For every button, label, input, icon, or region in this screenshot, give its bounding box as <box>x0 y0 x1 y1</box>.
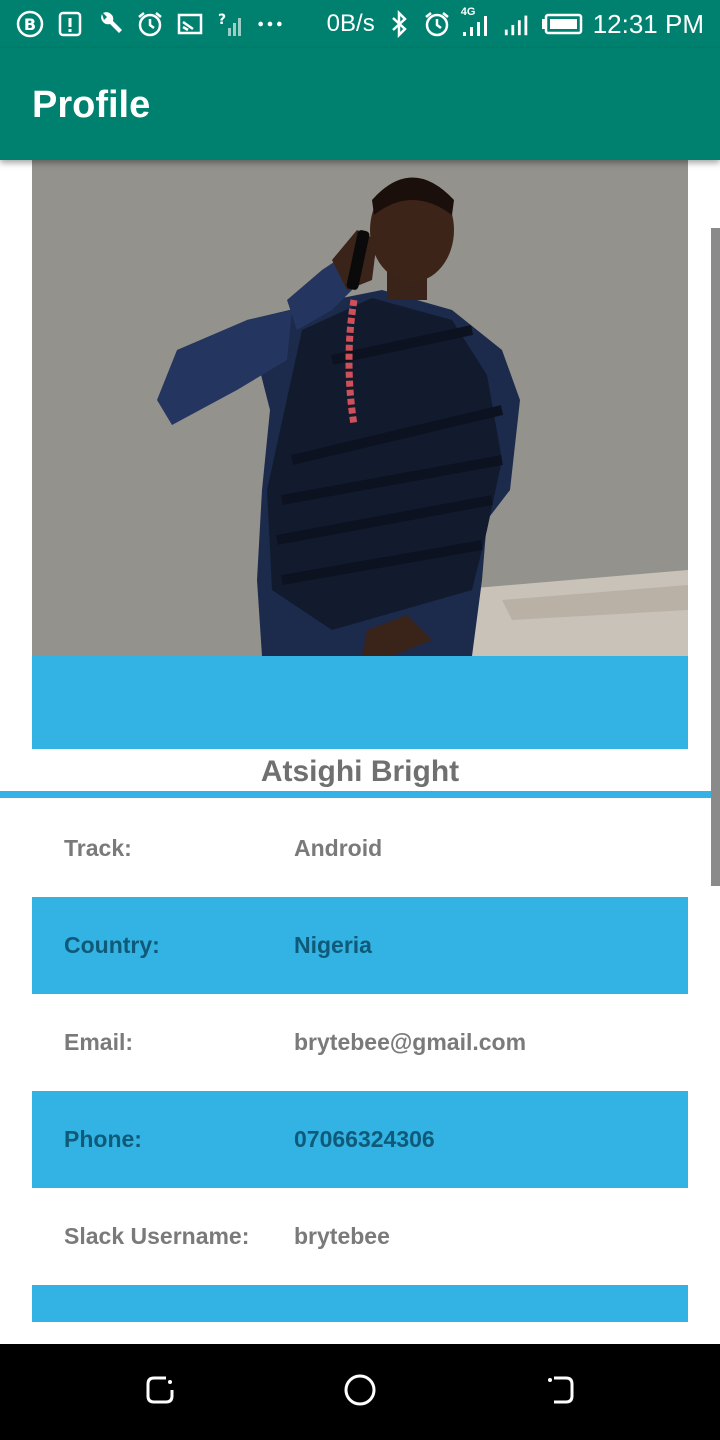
status-bar: B ? 0B/s 4G 12:31 PM <box>0 0 720 48</box>
svg-text:B: B <box>24 15 36 34</box>
photo-band <box>32 656 688 749</box>
navigation-bar <box>0 1344 720 1440</box>
alarm-icon <box>136 10 164 38</box>
detail-label: Track: <box>64 835 132 861</box>
battery-icon <box>541 10 583 38</box>
recents-button[interactable] <box>140 1372 180 1412</box>
status-icons-right: 0B/s 4G 12:31 PM <box>326 6 704 40</box>
detail-row-slack-username: Slack Username: brytebee <box>32 1188 688 1285</box>
bluetooth-icon <box>385 10 413 38</box>
divider <box>0 791 720 798</box>
detail-row-phone: Phone: 07066324306 <box>32 1091 688 1188</box>
app-bar: Profile <box>0 48 720 160</box>
detail-label: Country: <box>64 932 160 958</box>
detail-row-track: Track: Android <box>32 800 688 897</box>
detail-value: brytebee <box>294 1223 390 1249</box>
wrench-icon <box>96 10 124 38</box>
detail-label: Slack Username: <box>64 1223 250 1249</box>
signal-unknown-icon: ? <box>216 10 244 38</box>
profile-name: Atsighi Bright <box>260 755 460 788</box>
detail-value: brytebee@gmail.com <box>294 1029 527 1055</box>
detail-label: Email: <box>64 1029 134 1055</box>
alert-icon <box>56 10 84 38</box>
detail-row-email: Email: brytebee@gmail.com <box>32 994 688 1091</box>
signal-4g-icon: 4G <box>461 6 493 38</box>
detail-value: Android <box>294 835 383 861</box>
detail-label: Phone: <box>64 1126 142 1152</box>
detail-value: Nigeria <box>294 932 372 958</box>
recents-icon <box>144 1374 176 1411</box>
detail-value: 07066324306 <box>294 1126 435 1152</box>
alarm-icon <box>423 10 451 38</box>
signal-icon <box>503 10 531 38</box>
back-icon <box>544 1374 576 1411</box>
detail-row-country: Country: Nigeria <box>32 897 688 994</box>
profile-content[interactable]: Atsighi Bright Track: Android Country: N… <box>0 160 720 1344</box>
home-icon <box>342 1372 378 1413</box>
page-title: Profile <box>32 84 151 126</box>
scrollbar[interactable] <box>711 228 720 886</box>
more-dots-icon <box>256 10 284 38</box>
network-type: 4G <box>460 6 476 18</box>
status-icons-left: B ? <box>16 8 284 40</box>
svg-text:?: ? <box>218 12 226 28</box>
network-speed: 0B/s <box>326 10 375 37</box>
cast-icon <box>176 10 204 38</box>
home-button[interactable] <box>340 1372 380 1412</box>
clock: 12:31 PM <box>592 9 704 39</box>
b-badge-icon: B <box>16 10 44 38</box>
back-button[interactable] <box>540 1372 580 1412</box>
profile-photo <box>32 160 688 656</box>
bottom-band <box>32 1285 688 1322</box>
